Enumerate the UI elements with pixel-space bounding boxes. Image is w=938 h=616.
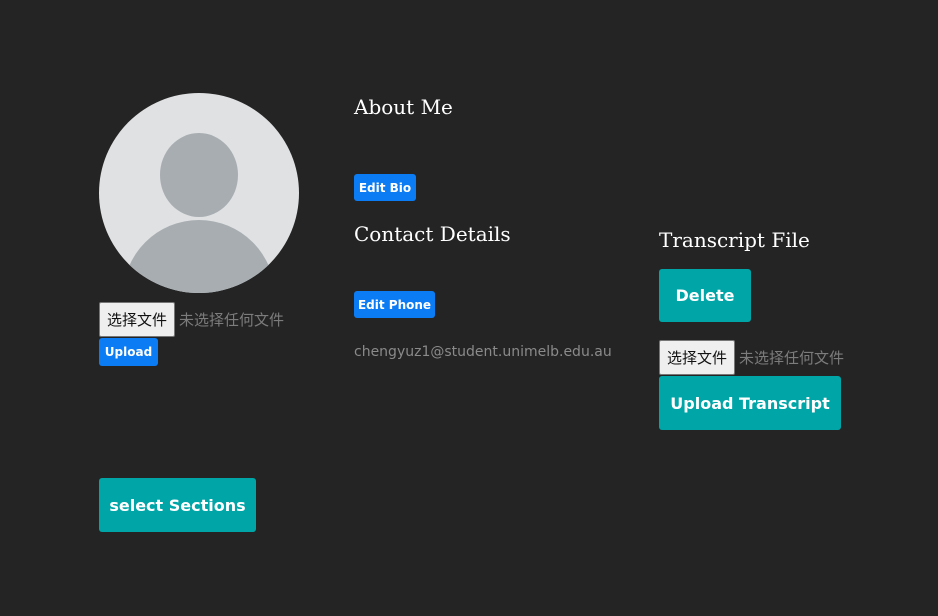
upload-transcript-button[interactable]: Upload Transcript — [659, 376, 841, 430]
avatar-file-status: 未选择任何文件 — [179, 311, 285, 329]
delete-transcript-button[interactable]: Delete — [659, 269, 751, 322]
avatar — [99, 93, 299, 293]
edit-bio-button[interactable]: Edit Bio — [354, 174, 416, 201]
avatar-file-picker: 选择文件 未选择任何文件 — [99, 302, 284, 337]
select-sections-button[interactable]: select Sections — [99, 478, 256, 532]
avatar-body-shape — [123, 220, 275, 293]
profile-page: 选择文件 未选择任何文件 Upload About Me Edit Bio Co… — [0, 0, 938, 616]
transcript-choose-file-button[interactable]: 选择文件 — [659, 340, 736, 375]
transcript-file-status: 未选择任何文件 — [739, 349, 845, 367]
avatar-upload-button[interactable]: Upload — [99, 338, 158, 366]
avatar-choose-file-button[interactable]: 选择文件 — [99, 302, 176, 337]
transcript-file-picker: 选择文件 未选择任何文件 — [659, 340, 844, 375]
about-me-heading: About Me — [354, 95, 453, 119]
contact-email: chengyuz1@student.unimelb.edu.au — [354, 344, 612, 360]
contact-details-heading: Contact Details — [354, 222, 511, 246]
edit-phone-button[interactable]: Edit Phone — [354, 291, 435, 318]
avatar-head-shape — [160, 133, 238, 217]
transcript-file-heading: Transcript File — [659, 228, 810, 252]
